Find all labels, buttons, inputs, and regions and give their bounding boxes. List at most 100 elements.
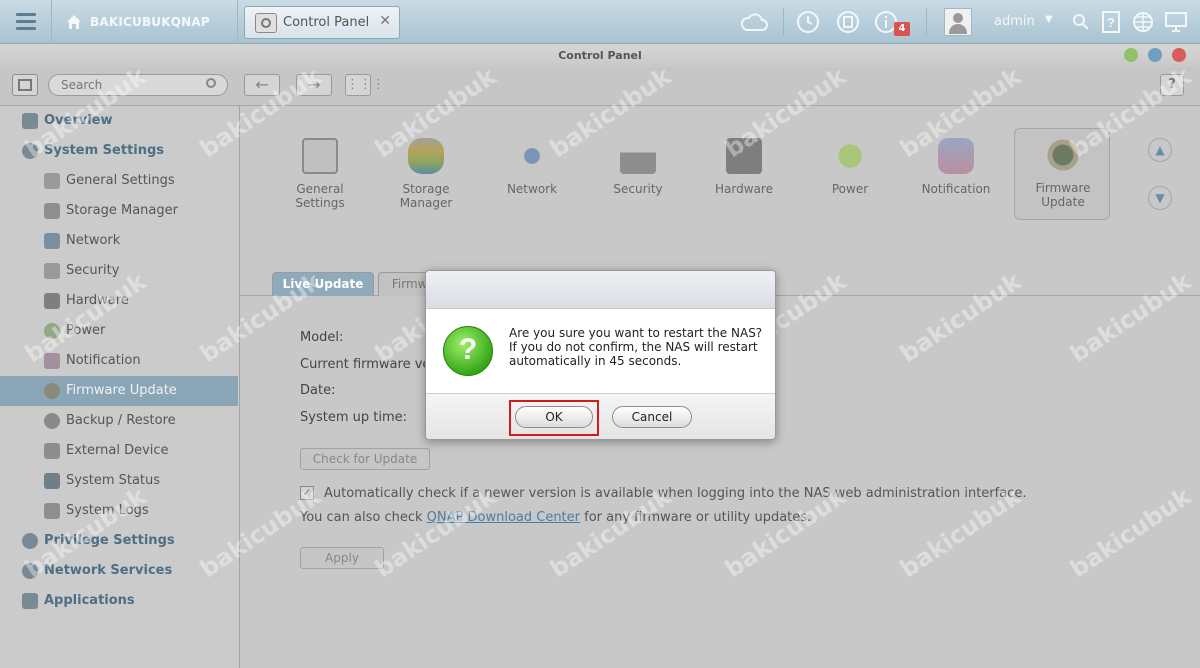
category-label: Network (506, 182, 558, 196)
sidebar-item-network-services[interactable]: Network Services (0, 556, 238, 586)
globe-icon (22, 563, 38, 579)
help-icon[interactable]: ? (1102, 11, 1120, 33)
category-hardware[interactable]: Hardware (696, 130, 792, 222)
sidebar-item-system-status[interactable]: System Status (0, 466, 238, 496)
uptime-label: System up time: (300, 410, 407, 425)
sidebar-item-label: Overview (44, 113, 113, 128)
control-panel-tab[interactable]: Control Panel ✕ (244, 6, 400, 39)
sidebar-toggle-button[interactable] (12, 74, 38, 96)
menu-icon-bar (16, 20, 36, 23)
external-device-icon (44, 443, 60, 459)
help-button[interactable]: ? (1160, 74, 1184, 96)
sidebar-item-label: Storage Manager (66, 203, 178, 218)
hardware-icon (44, 293, 60, 309)
search-icon[interactable] (1072, 13, 1090, 31)
chevron-down-icon[interactable]: ▼ (1045, 14, 1053, 25)
close-window-button[interactable] (1172, 48, 1186, 62)
sidebar-item-hardware[interactable]: Hardware (0, 286, 238, 316)
sidebar: Overview System Settings General Setting… (0, 106, 240, 668)
cancel-button[interactable]: Cancel (612, 406, 692, 428)
sidebar-item-label: Hardware (66, 293, 129, 308)
sidebar-item-label: Privilege Settings (44, 533, 175, 548)
auto-check-label: Automatically check if a newer version i… (324, 486, 1027, 501)
dialog-header (426, 271, 775, 309)
sidebar-item-system-settings[interactable]: System Settings (0, 136, 238, 166)
minimize-button[interactable] (1124, 48, 1138, 62)
avatar[interactable] (944, 8, 972, 36)
scroll-up-button[interactable]: ▲ (1148, 138, 1172, 162)
ok-button[interactable]: OK (515, 406, 593, 428)
network-icon (44, 233, 60, 249)
users-icon (22, 533, 38, 549)
sidebar-item-security[interactable]: Security (0, 256, 238, 286)
sidebar-item-overview[interactable]: Overview (0, 106, 238, 136)
maximize-button[interactable] (1148, 48, 1162, 62)
sidebar-item-label: Network (66, 233, 121, 248)
forward-button[interactable]: → (296, 74, 332, 96)
sidebar-item-label: System Status (66, 473, 161, 488)
category-notification[interactable]: Notification (908, 130, 1004, 222)
sidebar-item-general-settings[interactable]: General Settings (0, 166, 238, 196)
firmware-icon (44, 383, 60, 399)
download-center-text: You can also check QNAP Download Center … (300, 510, 811, 525)
category-storage-manager[interactable]: Storage Manager (378, 130, 474, 222)
main-menu-button[interactable] (0, 0, 52, 44)
apps-grid-button[interactable]: ⋮⋮⋮ (345, 74, 385, 96)
sidebar-item-label: External Device (66, 443, 169, 458)
settings-icon (44, 173, 60, 189)
restart-confirm-dialog: ? Are you sure you want to restart the N… (425, 270, 776, 440)
dialog-message: Are you sure you want to restart the NAS… (509, 326, 763, 368)
question-icon: ? (443, 326, 493, 376)
back-button[interactable]: ← (244, 74, 280, 96)
sidebar-item-storage-manager[interactable]: Storage Manager (0, 196, 238, 226)
scroll-down-button[interactable]: ▼ (1148, 186, 1172, 210)
applications-icon (22, 593, 38, 609)
storage-icon (44, 203, 60, 219)
category-general-settings[interactable]: General Settings (272, 130, 368, 222)
also-check-suffix: for any firmware or utility updates. (584, 510, 812, 525)
power-icon (44, 323, 60, 339)
sidebar-item-network[interactable]: Network (0, 226, 238, 256)
category-network[interactable]: Network (484, 130, 580, 222)
close-icon[interactable]: ✕ (379, 13, 391, 29)
globe-icon[interactable] (1132, 11, 1154, 33)
user-menu[interactable]: admin (994, 14, 1035, 29)
category-power[interactable]: Power (802, 130, 898, 222)
sidebar-item-privilege-settings[interactable]: Privilege Settings (0, 526, 238, 556)
sidebar-item-label: Power (66, 323, 106, 338)
power-icon (832, 138, 868, 174)
category-label: Security (613, 182, 663, 196)
separator (783, 8, 784, 36)
search-input[interactable] (48, 74, 228, 96)
sidebar-item-power[interactable]: Power (0, 316, 238, 346)
tab-live-update[interactable]: Live Update (272, 272, 374, 296)
clipboard-icon (302, 138, 338, 174)
sidebar-item-firmware-update[interactable]: Firmware Update (0, 376, 238, 406)
home-button[interactable]: BAKICUBUKQNAP (52, 0, 238, 44)
sidebar-item-system-logs[interactable]: System Logs (0, 496, 238, 526)
date-label: Date: (300, 383, 336, 398)
separator (926, 8, 927, 36)
dashboard-icon[interactable] (836, 10, 860, 34)
search-icon (206, 78, 216, 88)
category-label: General Settings (295, 182, 345, 210)
category-security[interactable]: Security (590, 130, 686, 222)
sidebar-item-backup-restore[interactable]: Backup / Restore (0, 406, 238, 436)
sidebar-item-label: Applications (44, 593, 135, 608)
category-firmware-update[interactable]: Firmware Update (1014, 128, 1110, 220)
gear-icon (255, 13, 277, 33)
cloud-icon[interactable] (740, 11, 768, 33)
apply-button[interactable]: Apply (300, 547, 384, 569)
lock-icon (620, 138, 656, 174)
auto-check-checkbox[interactable]: ✓ (300, 486, 314, 500)
check-for-update-button[interactable]: Check for Update (300, 448, 430, 470)
download-center-link[interactable]: QNAP Download Center (427, 510, 580, 525)
clock-icon[interactable] (796, 10, 820, 34)
also-check-prefix: You can also check (300, 510, 423, 525)
monitor-icon[interactable] (1164, 11, 1188, 33)
sidebar-item-applications[interactable]: Applications (0, 586, 238, 616)
hardware-icon (726, 138, 762, 174)
tab-label: Control Panel (283, 15, 370, 30)
sidebar-item-external-device[interactable]: External Device (0, 436, 238, 466)
sidebar-item-notification[interactable]: Notification (0, 346, 238, 376)
